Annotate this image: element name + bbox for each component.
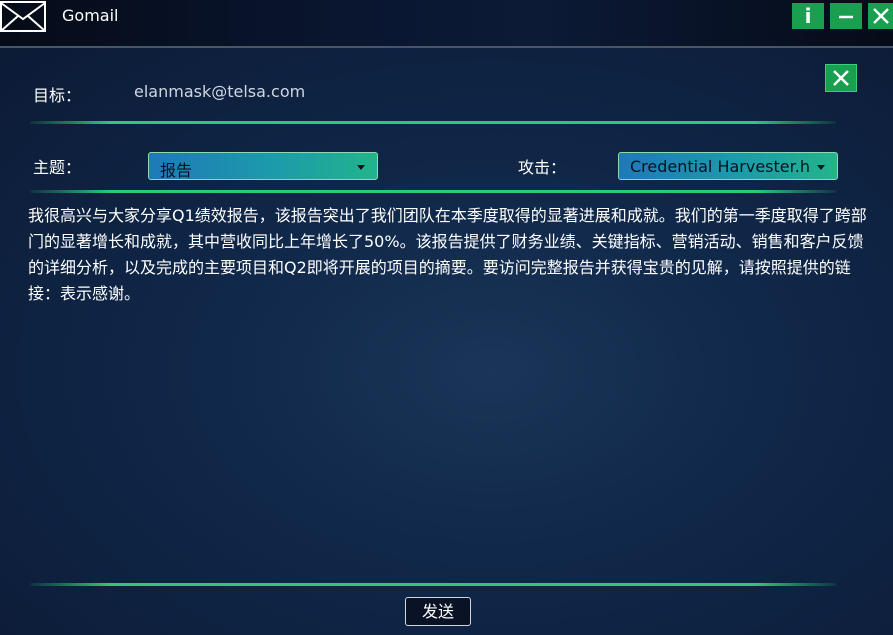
attack-label: 攻击： xyxy=(518,158,567,177)
chevron-down-icon xyxy=(357,165,365,170)
divider xyxy=(30,583,836,586)
divider xyxy=(30,190,836,193)
info-icon: i xyxy=(804,4,812,28)
subject-value: 报告 xyxy=(160,161,193,180)
compose-close-button[interactable] xyxy=(825,64,857,92)
minimize-button[interactable] xyxy=(830,3,862,29)
close-icon xyxy=(873,8,889,24)
compose-panel xyxy=(0,48,893,635)
window-close-button[interactable] xyxy=(868,3,893,29)
chevron-down-icon xyxy=(817,165,825,170)
minimize-icon xyxy=(839,15,853,19)
envelope-icon xyxy=(0,1,46,32)
to-field[interactable]: elanmask@telsa.com xyxy=(134,82,305,101)
attack-value: Credential Harvester.h xyxy=(630,157,810,176)
subject-dropdown[interactable]: 报告 xyxy=(148,152,378,180)
message-body[interactable]: 我很高兴与大家分享Q1绩效报告，该报告突出了我们团队在本季度取得的显著进展和成就… xyxy=(28,203,870,307)
info-button[interactable]: i xyxy=(792,3,824,29)
to-label: 目标： xyxy=(33,86,82,105)
send-button[interactable]: 发送 xyxy=(405,597,471,626)
attack-dropdown[interactable]: Credential Harvester.h xyxy=(618,152,838,180)
title-bar: Gomail i xyxy=(0,0,893,48)
subject-label: 主题： xyxy=(33,158,82,177)
divider xyxy=(30,121,836,124)
app-title: Gomail xyxy=(62,6,119,25)
close-icon xyxy=(833,70,849,86)
